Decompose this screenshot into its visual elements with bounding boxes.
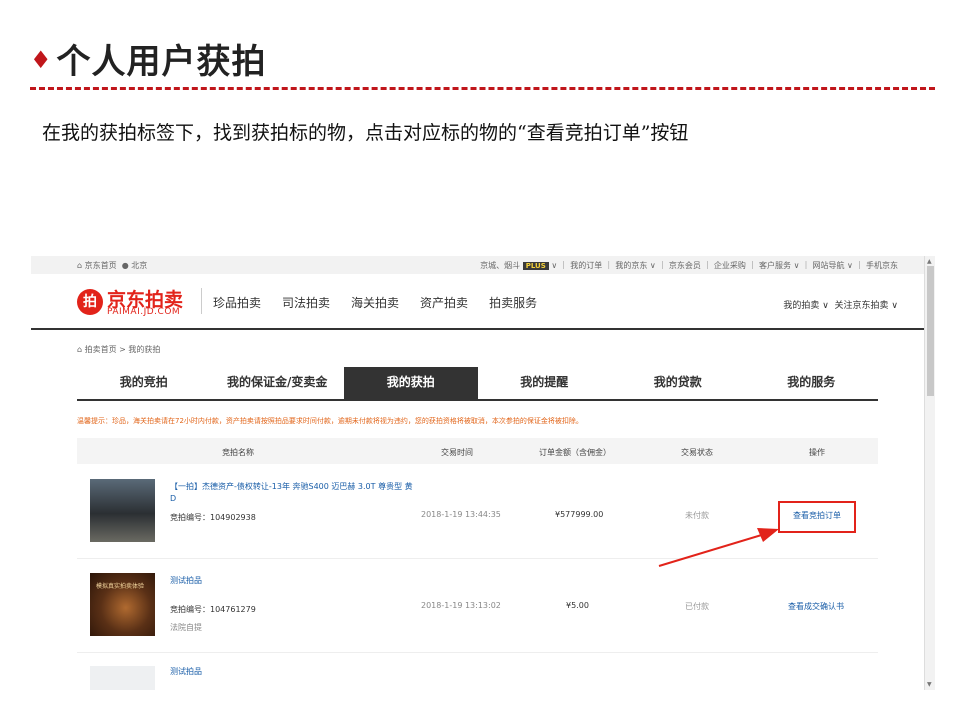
slide-caption: 在我的获拍标签下，找到获拍标的物，点击对应标的物的“查看竞拍订单”按钮 — [42, 122, 689, 144]
scroll-up-icon[interactable]: ▲ — [927, 258, 932, 265]
title-divider — [30, 87, 935, 90]
slide-title-text: 个人用户获拍 — [56, 42, 267, 82]
diamond-icon: ♦ — [30, 46, 53, 74]
scrollbar-thumb[interactable] — [927, 266, 934, 396]
scroll-down-icon[interactable]: ▼ — [927, 681, 932, 688]
screenshot: ⌂ 京东首页 ● 北京 京城、烟斗 PLUS ∨ ｜ 我的订单 ｜ 我的京东 ∨… — [31, 256, 935, 690]
slide-title: ♦ 个人用户获拍 — [30, 34, 267, 83]
scrollbar[interactable]: ▲ ▼ — [924, 256, 935, 690]
pointer-arrow-icon — [658, 528, 779, 567]
